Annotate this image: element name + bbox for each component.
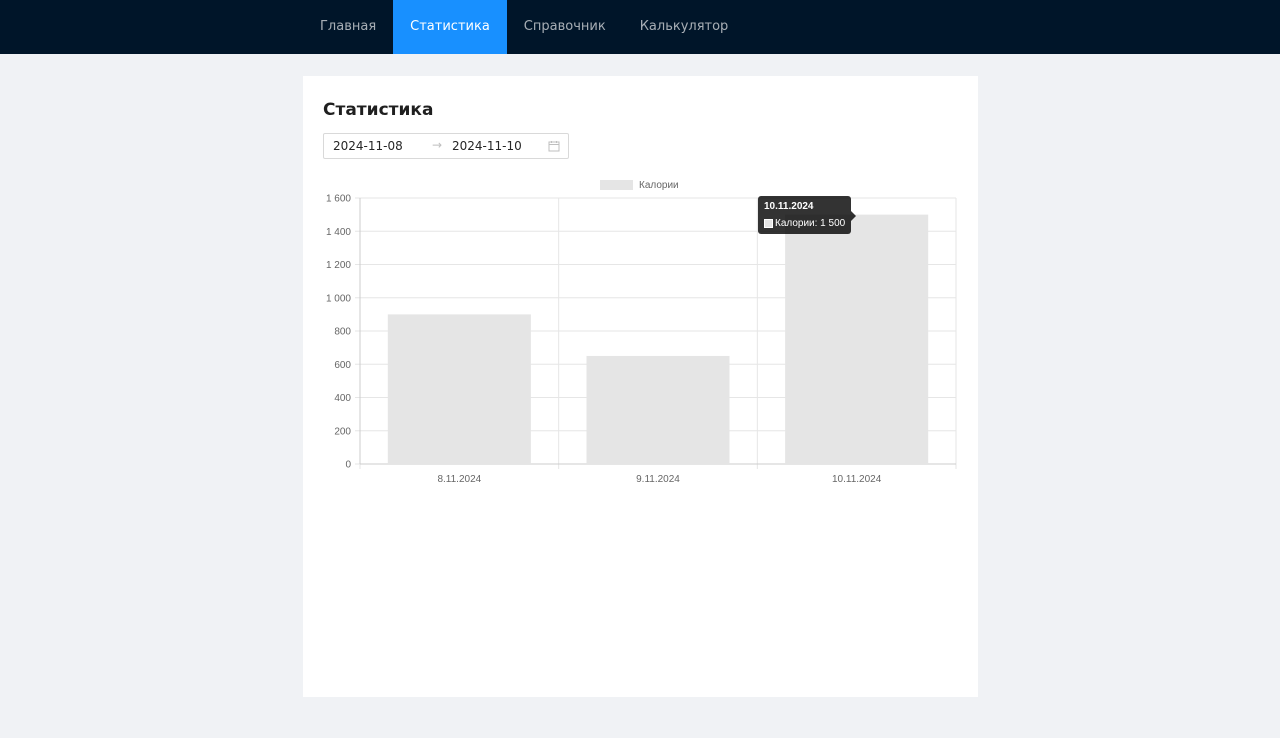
chart-svg: Калории 0 200 400 600 800 1 000 1 200 1 400 1 600…: [326, 180, 957, 485]
y-tick-label: 600: [334, 360, 351, 371]
x-tick-label: 10.11.2024: [832, 474, 882, 485]
nav-item-home[interactable]: Главная: [303, 0, 393, 54]
y-tick-label: 1 000: [326, 293, 351, 304]
x-tick-label: 9.11.2024: [636, 474, 680, 485]
end-date-input[interactable]: 2024-11-10: [452, 139, 522, 153]
y-tick-label: 200: [334, 426, 351, 437]
range-separator-arrow-icon: →: [432, 138, 443, 152]
bar-10.11.2024: [785, 214, 929, 464]
nav-item-calculator[interactable]: Калькулятор: [623, 0, 746, 54]
tooltip-label: Калории: 1 500: [775, 218, 846, 229]
y-tick-label: 800: [334, 327, 351, 338]
nav-item-reference[interactable]: Справочник: [507, 0, 623, 54]
calories-chart: Калории 0 200 400 600 800 1 000 1 200 1 400 1 600…: [303, 172, 978, 502]
y-tick-label: 1 200: [326, 260, 351, 271]
y-tick-label: 1 400: [326, 227, 351, 238]
y-tick-label: 0: [345, 460, 351, 471]
top-navigation-bar: Главная Статистика Справочник Калькулято…: [0, 0, 1280, 54]
tooltip-swatch: [764, 219, 773, 228]
x-tick-label: 8.11.2024: [437, 474, 481, 485]
y-tick-label: 1 600: [326, 194, 351, 205]
y-tick-label: 400: [334, 393, 351, 404]
legend-swatch: [600, 180, 633, 190]
calendar-icon[interactable]: [548, 140, 560, 152]
content-card: Статистика 2024-11-08 → 2024-11-10 Калор…: [303, 76, 978, 697]
date-range-picker[interactable]: 2024-11-08 → 2024-11-10: [323, 133, 569, 159]
chart-tooltip: 10.11.2024 Калории: 1 500: [758, 196, 856, 234]
bar-8.11.2024: [387, 314, 531, 464]
legend-label: Калории: [639, 180, 679, 191]
start-date-input[interactable]: 2024-11-08: [333, 139, 403, 153]
nav-menu: Главная Статистика Справочник Калькулято…: [303, 0, 745, 54]
page-title: Статистика: [323, 100, 434, 120]
bar-9.11.2024: [586, 355, 730, 464]
nav-item-statistics[interactable]: Статистика: [393, 0, 507, 54]
tooltip-title: 10.11.2024: [764, 201, 814, 212]
